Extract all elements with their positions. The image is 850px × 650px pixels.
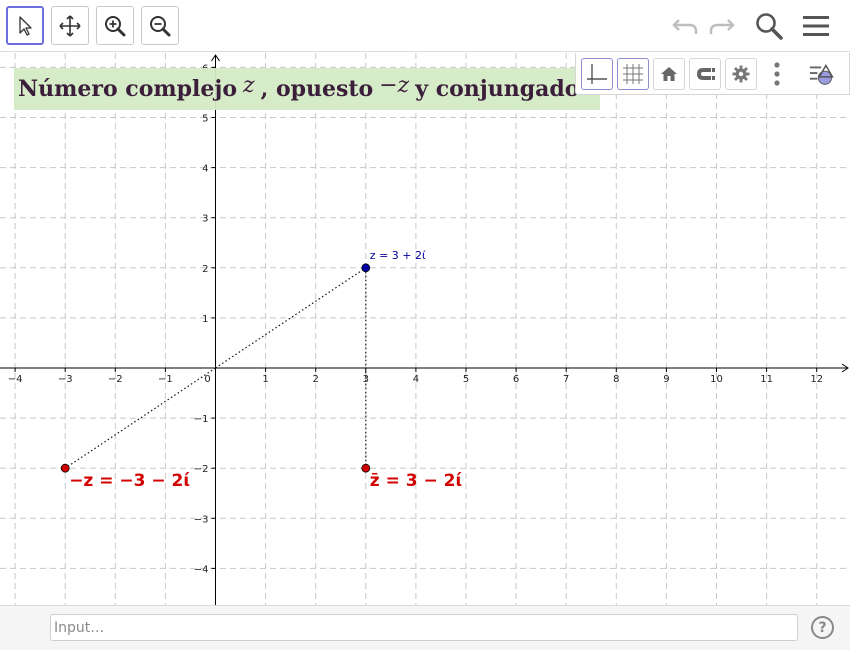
x-tick-label: 6 [513, 374, 519, 385]
redo-icon [709, 19, 735, 34]
y-tick-label: −3 [194, 514, 209, 525]
standard-view-button[interactable] [653, 58, 685, 90]
toggle-axes-button[interactable] [581, 58, 613, 90]
grid-lines [0, 53, 850, 605]
graphics-view[interactable]: −4−3−2−10123456789101112−4−3−2−1123456 z… [0, 53, 850, 605]
style-bar-toggle-icon [809, 64, 834, 85]
x-tick-label: 12 [810, 374, 823, 385]
y-tick-label: −4 [194, 564, 209, 575]
undo-icon [672, 19, 698, 34]
help-button[interactable]: ? [811, 616, 834, 639]
x-tick-label: 4 [413, 374, 419, 385]
settings-gear-icon [732, 65, 750, 83]
x-tick-label: −1 [158, 374, 173, 385]
title-banner: Número complejo z , opuesto −z y conjung… [14, 68, 600, 110]
x-tick-label: 11 [760, 374, 773, 385]
title-text-3: y conjungado [415, 76, 580, 102]
axes [0, 54, 849, 605]
point-neg-z[interactable] [60, 463, 70, 473]
main-toolbar [0, 0, 850, 52]
y-tick-label: −2 [194, 464, 209, 475]
point-conj-z[interactable] [361, 463, 371, 473]
style-bar-toggle-button[interactable] [808, 58, 840, 90]
x-tick-label: −3 [58, 374, 73, 385]
pointer-arrow-icon [19, 15, 32, 36]
title-math-neg-z: −z [379, 72, 410, 98]
title-text-2: , opuesto [260, 76, 374, 102]
main-menu-button[interactable] [798, 8, 834, 44]
zoom-out-button[interactable] [141, 6, 179, 45]
x-tick-label: 5 [463, 374, 469, 385]
menu-icon [803, 16, 829, 36]
x-tick-label: 1 [262, 374, 268, 385]
point-label-z: z = 3 + 2ί [370, 249, 426, 262]
y-tick-label: 3 [202, 214, 208, 225]
move-graphics-view-button[interactable] [51, 6, 89, 45]
move-tool-button[interactable] [6, 6, 44, 45]
toggle-grid-button[interactable] [617, 58, 649, 90]
coordinate-plane[interactable]: −4−3−2−10123456789101112−4−3−2−1123456 z… [0, 53, 850, 605]
geogebra-app: −4−3−2−10123456789101112−4−3−2−1123456 z… [0, 0, 850, 650]
y-tick-label: 2 [202, 264, 208, 275]
more-options-button[interactable] [761, 58, 793, 90]
title-math-z: z [243, 72, 255, 98]
algebra-input-field[interactable] [50, 614, 798, 641]
settings-button[interactable] [725, 58, 757, 90]
axes-toggle-icon [587, 64, 607, 84]
help-question-icon: ? [818, 619, 827, 636]
zoom-in-icon [105, 15, 126, 36]
point-z[interactable] [361, 263, 371, 273]
zoom-out-icon [150, 15, 171, 36]
zoom-in-button[interactable] [96, 6, 134, 45]
x-tick-label: 7 [563, 374, 569, 385]
x-tick-label: 3 [363, 374, 369, 385]
y-tick-label: 1 [202, 314, 208, 325]
home-icon [661, 67, 677, 81]
search-icon [756, 13, 783, 40]
search-button[interactable] [751, 8, 787, 44]
x-tick-label: −2 [108, 374, 123, 385]
redo-button[interactable] [704, 8, 740, 44]
x-tick-label: 10 [710, 374, 723, 385]
y-tick-label: −1 [194, 414, 209, 425]
x-tick-label: 0 [204, 374, 210, 385]
input-bar: ? [0, 605, 850, 650]
grid-toggle-icon [623, 64, 643, 84]
snap-magnet-icon [697, 68, 715, 80]
point-label-conj-z: z̄ = 3 − 2ί [370, 471, 462, 491]
more-vert-icon [774, 62, 780, 86]
x-tick-label: −4 [8, 374, 23, 385]
x-tick-label: 9 [663, 374, 669, 385]
tick-labels: −4−3−2−10123456789101112−4−3−2−1123456 [8, 63, 823, 575]
x-tick-label: 2 [313, 374, 319, 385]
points-layer[interactable]: z = 3 + 2ί −z = −3 − 2ί z̄ = 3 − 2ί [60, 249, 462, 491]
move-cross-icon [59, 14, 81, 37]
point-capturing-button[interactable] [689, 58, 721, 90]
title-text-1: Número complejo [18, 76, 238, 102]
x-tick-label: 8 [613, 374, 619, 385]
graphics-style-bar [575, 53, 850, 95]
point-label-neg-z: −z = −3 − 2ί [69, 471, 190, 491]
y-tick-label: 4 [202, 164, 208, 175]
undo-button[interactable] [667, 8, 703, 44]
y-tick-label: 5 [202, 114, 208, 125]
